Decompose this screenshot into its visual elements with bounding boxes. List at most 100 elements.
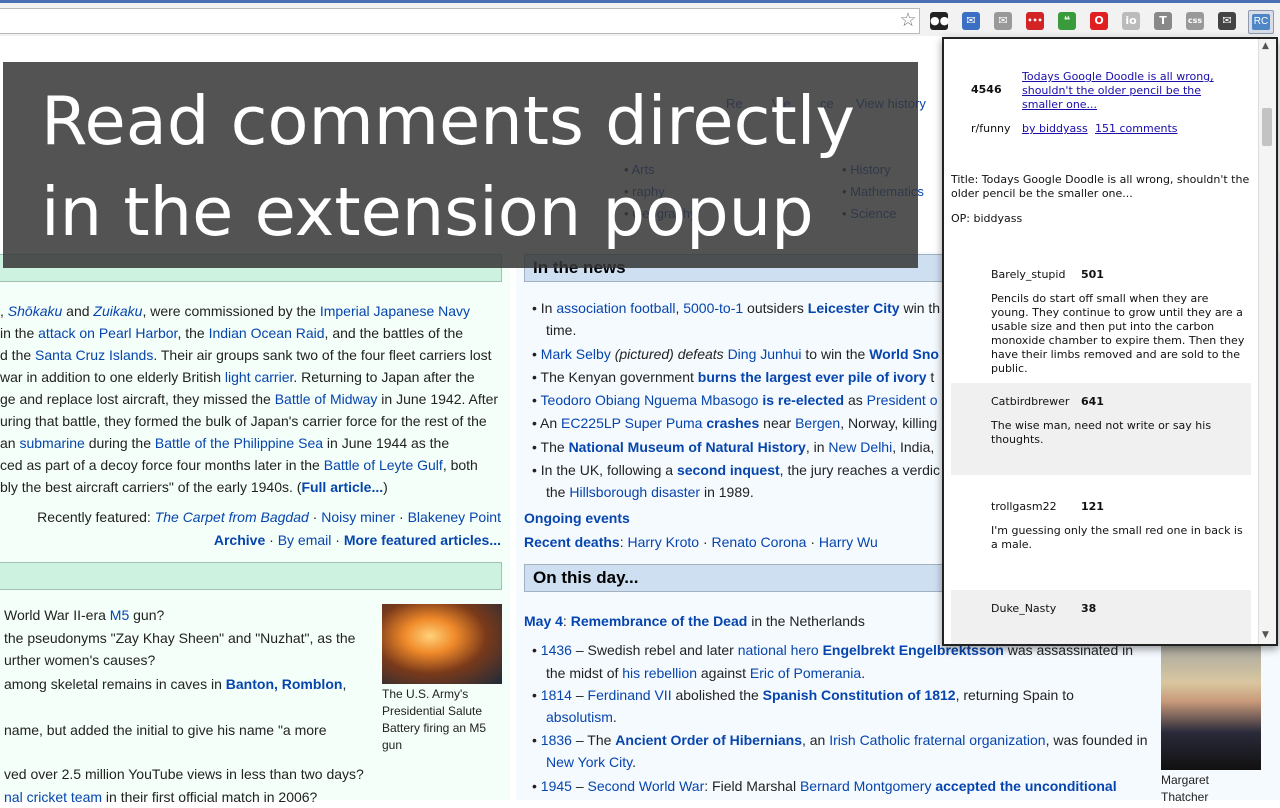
link-his-rebellion[interactable]: his rebellion [622, 665, 697, 681]
link-ancient-order-of-hibernians[interactable]: Ancient Order of Hibernians [615, 732, 802, 748]
link-harry-wu[interactable]: Harry Wu [819, 534, 878, 550]
link-blakeney-point[interactable]: Blakeney Point [408, 509, 501, 525]
link-eric-of-pomerania[interactable]: Eric of Pomerania [750, 665, 861, 681]
scroll-down-icon[interactable]: ▼ [1262, 630, 1269, 640]
ext-mailbox-icon[interactable]: ✉ [962, 12, 980, 30]
link-1945[interactable]: 1945 [541, 778, 572, 794]
link-second-world-war[interactable]: Second World War [588, 778, 705, 794]
comment-user[interactable]: Duke_Nasty [991, 602, 1056, 615]
link-santa-cruz-islands[interactable]: Santa Cruz Islands [35, 347, 153, 363]
text-segment: The Kenyan government [540, 369, 698, 385]
text-segment: , were commissioned by the [142, 303, 320, 319]
link-bergen[interactable]: Bergen [795, 415, 840, 431]
link-submarine[interactable]: submarine [19, 435, 84, 451]
scroll-up-icon[interactable]: ▲ [1262, 41, 1269, 51]
ext-mail-icon[interactable]: ✉ [994, 12, 1012, 30]
ext-dots-icon[interactable]: ••• [1026, 12, 1044, 30]
ongoing-events-link[interactable]: Ongoing events [524, 507, 630, 529]
link-is-re-elected[interactable]: is re-elected [762, 392, 844, 408]
link-ferdinand-vii[interactable]: Ferdinand VII [588, 687, 672, 703]
link-may-4[interactable]: May 4 [524, 613, 563, 629]
link-national-museum-of-natural-history[interactable]: National Museum of Natural History [569, 439, 806, 455]
link-by-email[interactable]: By email [278, 532, 332, 548]
post-op: OP: biddyass [951, 212, 1023, 225]
recently-featured: Recently featured: The Carpet from Bagda… [37, 506, 501, 528]
link-new-york-city[interactable]: New York City [546, 754, 632, 770]
popup-scrollbar[interactable]: ▲ ▼ [1258, 39, 1276, 644]
bullet: • [532, 439, 541, 455]
link-ding-junhui[interactable]: Ding Junhui [728, 346, 802, 362]
recent-deaths-label[interactable]: Recent deaths [524, 534, 620, 550]
link-teodoro-obiang-nguema-mbasogo[interactable]: Teodoro Obiang Nguema Mbasogo [541, 392, 759, 408]
link-remembrance-of-the-dead[interactable]: Remembrance of the Dead [571, 613, 748, 629]
link-1436[interactable]: 1436 [541, 642, 572, 658]
link-new-delhi[interactable]: New Delhi [828, 439, 892, 455]
ext-hangouts-icon[interactable]: ❝ [1058, 12, 1076, 30]
comment-user[interactable]: Catbirdbrewer [991, 395, 1069, 408]
link-1836[interactable]: 1836 [541, 732, 572, 748]
margaret-thatcher-image[interactable] [1161, 645, 1261, 770]
ext-io-icon[interactable]: io [1122, 12, 1140, 30]
link-burns-the-largest-ever-pile-of-ivory[interactable]: burns the largest ever pile of ivory [698, 369, 927, 385]
link-sh-kaku[interactable]: Shōkaku [8, 303, 62, 319]
link-accepted-the-unconditional[interactable]: accepted the unconditional [935, 778, 1116, 794]
extension-popup: 4546 Todays Google Doodle is all wrong, … [942, 37, 1278, 646]
comment-user[interactable]: trollgasm22 [991, 500, 1057, 513]
ext-glasses-icon[interactable]: ●● [930, 12, 949, 30]
link-1814[interactable]: 1814 [541, 687, 572, 703]
link-president-o[interactable]: President o [867, 392, 938, 408]
link-bernard-montgomery[interactable]: Bernard Montgomery [800, 778, 932, 794]
ext-opera-icon[interactable]: O [1090, 12, 1108, 30]
link-crashes[interactable]: crashes [706, 415, 759, 431]
featured-footer-links: Archive · By email · More featured artic… [214, 529, 501, 551]
text-segment: ced as part of a decoy force four months… [0, 457, 324, 473]
link-mark-selby[interactable]: Mark Selby [541, 346, 611, 362]
link-zuikaku[interactable]: Zuikaku [93, 303, 142, 319]
ext-t-icon[interactable]: T [1154, 12, 1172, 30]
link-second-inquest[interactable]: second inquest [677, 462, 780, 478]
reddit-comments-extension-button[interactable]: RC [1248, 10, 1274, 34]
text-segment: (pictured) defeats [610, 346, 728, 362]
link-association-football[interactable]: association football [556, 300, 675, 316]
post-author-link[interactable]: by biddyass [1022, 122, 1088, 135]
m5-gun-image[interactable] [382, 604, 502, 684]
link-battle-of-midway[interactable]: Battle of Midway [275, 391, 378, 407]
link-imperial-japanese-navy[interactable]: Imperial Japanese Navy [320, 303, 470, 319]
bookmark-star-icon[interactable]: ☆ [898, 11, 918, 31]
link-ec225lp-super-puma[interactable]: EC225LP Super Puma [561, 415, 702, 431]
link-spanish-constitution-of-1812[interactable]: Spanish Constitution of 1812 [763, 687, 956, 703]
comment-user[interactable]: Barely_stupid [991, 268, 1065, 281]
text-segment: near [759, 415, 796, 431]
link-irish-catholic-fraternal-organization[interactable]: Irish Catholic fraternal organization [829, 732, 1045, 748]
link-nal-cricket-team[interactable]: nal cricket team [4, 789, 102, 805]
link-renato-corona[interactable]: Renato Corona [712, 534, 807, 550]
link-full-article[interactable]: Full article... [301, 479, 383, 495]
link-m5[interactable]: M5 [110, 607, 129, 623]
ext-envelope-icon[interactable]: ✉ [1218, 12, 1236, 30]
address-bar[interactable] [0, 8, 920, 34]
link-indian-ocean-raid[interactable]: Indian Ocean Raid [209, 325, 325, 341]
post-comments-link[interactable]: 151 comments [1095, 122, 1177, 135]
scroll-thumb[interactable] [1262, 108, 1272, 146]
link-noisy-miner[interactable]: Noisy miner [321, 509, 395, 525]
post-title-link[interactable]: Todays Google Doodle is all wrong, shoul… [1022, 70, 1222, 112]
text-segment: , and the battles of the [324, 325, 464, 341]
link-national-hero[interactable]: national hero [738, 642, 819, 658]
link-leicester-city[interactable]: Leicester City [808, 300, 900, 316]
link-5000-to-1[interactable]: 5000-to-1 [683, 300, 743, 316]
link-the-carpet-from-bagdad[interactable]: The Carpet from Bagdad [155, 509, 309, 525]
link-world-sno[interactable]: World Sno [869, 346, 939, 362]
link-battle-of-leyte-gulf[interactable]: Battle of Leyte Gulf [324, 457, 443, 473]
text-segment: , was founded in [1045, 732, 1148, 748]
link-hillsborough-disaster[interactable]: Hillsborough disaster [569, 484, 700, 500]
link-attack-on-pearl-harbor[interactable]: attack on Pearl Harbor [38, 325, 177, 341]
link-more[interactable]: More featured articles... [344, 532, 501, 548]
link-banton-romblon[interactable]: Banton, Romblon [226, 676, 343, 692]
link-light-carrier[interactable]: light carrier [225, 369, 293, 385]
ext-css-icon[interactable]: css [1186, 12, 1204, 30]
link-harry-kroto[interactable]: Harry Kroto [627, 534, 699, 550]
link-battle-of-the-philippine-sea[interactable]: Battle of the Philippine Sea [155, 435, 323, 451]
link-archive[interactable]: Archive [214, 532, 265, 548]
link-absolutism[interactable]: absolutism [546, 709, 613, 725]
text-segment: . Returning to Japan after the [293, 369, 475, 385]
